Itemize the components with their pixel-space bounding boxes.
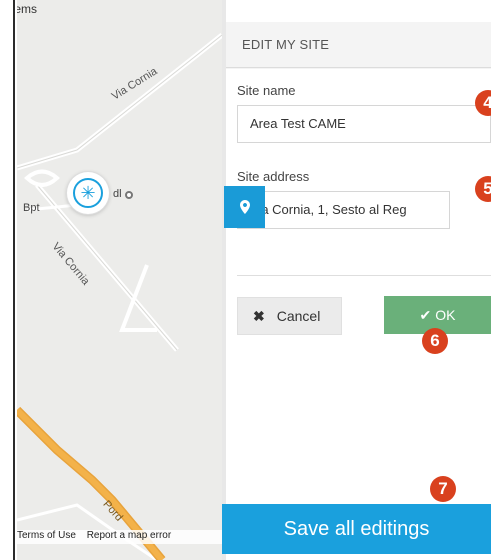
locate-address-button[interactable] [224,186,265,228]
map-footer: Terms of Use Report a map error [17,530,222,544]
poi-marker-icon [125,191,133,199]
left-edge [0,0,15,560]
report-map-error-link[interactable]: Report a map error [87,530,171,541]
step-badge-6: 6 [422,328,448,354]
site-address-field[interactable]: Via Cornia, 1, Sesto al Reg [237,191,450,229]
site-address-label: Site address [237,169,310,184]
screen: tems Via Cornia Via Cornia Pord Bpt dl ✳… [0,0,491,560]
site-marker[interactable]: ✳ [67,172,109,214]
close-icon: ✖ [253,307,265,324]
panel-title: EDIT MY SITE [226,22,491,68]
edit-site-panel: EDIT MY SITE Site name Area Test CAME Si… [226,22,491,492]
cancel-label: Cancel [276,308,321,324]
map-roads [17,33,222,560]
site-name-field[interactable]: Area Test CAME [237,105,491,143]
map-pin-icon [239,200,250,214]
save-all-button[interactable]: Save all editings [222,504,491,554]
sun-icon: ✳ [73,178,103,208]
map-view[interactable]: tems Via Cornia Via Cornia Pord Bpt dl ✳… [17,0,222,560]
site-name-label: Site name [237,83,296,98]
poi-label: dl [113,188,122,200]
ok-label: OK [435,307,456,323]
place-label: Bpt [23,202,40,214]
cancel-button[interactable]: ✖ Cancel [237,297,342,335]
step-badge-7: 7 [430,476,456,502]
check-icon: ✔ [419,306,432,323]
map-top-label: tems [17,2,38,16]
terms-of-use-link[interactable]: Terms of Use [17,530,76,541]
form-divider [237,275,491,276]
panel-body: Site name Area Test CAME Site address Vi… [226,69,491,492]
